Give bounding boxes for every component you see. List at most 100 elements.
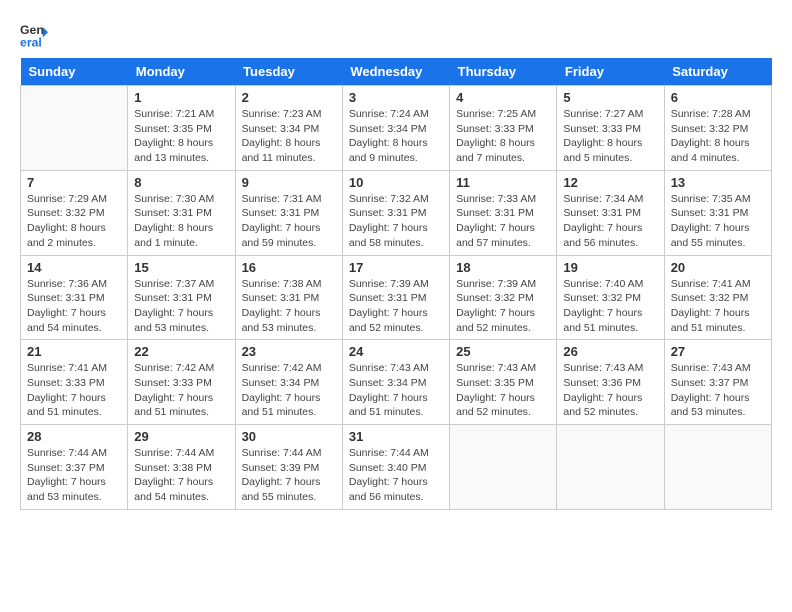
day-number: 29 [134,429,228,444]
calendar-cell: 25Sunrise: 7:43 AMSunset: 3:35 PMDayligh… [450,340,557,425]
calendar-cell: 21 Sunrise: 7:41 AMSunset: 3:33 PMDayligh… [21,340,128,425]
day-number: 11 [456,175,550,190]
day-number: 9 [242,175,336,190]
day-number: 3 [349,90,443,105]
weekday-header-row: SundayMondayTuesdayWednesdayThursdayFrid… [21,58,772,86]
day-number: 21 [27,344,121,359]
day-info: Sunrise: 7:24 AMSunset: 3:34 PMDaylight:… [349,107,443,166]
weekday-header: Thursday [450,58,557,86]
calendar-cell: 13Sunrise: 7:35 AMSunset: 3:31 PMDayligh… [664,170,771,255]
calendar-cell: 4 Sunrise: 7:25 AMSunset: 3:33 PMDaylight… [450,86,557,171]
day-info: Sunrise: 7:37 AMSunset: 3:31 PMDaylight:… [134,277,228,336]
calendar-cell: 29 Sunrise: 7:44 AMSunset: 3:38 PMDayligh… [128,425,235,510]
calendar-cell: 1 Sunrise: 7:21 AMSunset: 3:35 PMDaylight… [128,86,235,171]
calendar-cell: 24 Sunrise: 7:43 AMSunset: 3:34 PMDayligh… [342,340,449,425]
day-number: 12 [563,175,657,190]
day-info: Sunrise: 7:23 AMSunset: 3:34 PMDaylight:… [242,107,336,166]
day-number: 31 [349,429,443,444]
day-info: Sunrise: 7:21 AMSunset: 3:35 PMDaylight:… [134,107,228,166]
day-info: Sunrise: 7:41 AMSunset: 3:33 PMDaylight:… [27,361,121,420]
calendar-cell: 9 Sunrise: 7:31 AMSunset: 3:31 PMDaylight… [235,170,342,255]
day-number: 2 [242,90,336,105]
svg-text:eral: eral [20,35,42,48]
day-info: Sunrise: 7:39 AMSunset: 3:32 PMDaylight:… [456,277,550,336]
calendar-cell: 28 Sunrise: 7:44 AMSunset: 3:37 PMDayligh… [21,425,128,510]
calendar-cell: 14 Sunrise: 7:36 AMSunset: 3:31 PMDayligh… [21,255,128,340]
day-number: 27 [671,344,765,359]
page-header: Gen eral [20,20,772,48]
day-number: 28 [27,429,121,444]
day-info: Sunrise: 7:31 AMSunset: 3:31 PMDaylight:… [242,192,336,251]
day-number: 7 [27,175,121,190]
day-info: Sunrise: 7:39 AMSunset: 3:31 PMDaylight:… [349,277,443,336]
day-info: Sunrise: 7:43 AMSunset: 3:36 PMDaylight:… [563,361,657,420]
day-info: Sunrise: 7:38 AMSunset: 3:31 PMDaylight:… [242,277,336,336]
calendar-cell: 7 Sunrise: 7:29 AMSunset: 3:32 PMDaylight… [21,170,128,255]
day-number: 15 [134,260,228,275]
day-info: Sunrise: 7:32 AMSunset: 3:31 PMDaylight:… [349,192,443,251]
day-info: Sunrise: 7:27 AMSunset: 3:33 PMDaylight:… [563,107,657,166]
day-number: 17 [349,260,443,275]
day-info: Sunrise: 7:30 AMSunset: 3:31 PMDaylight:… [134,192,228,251]
calendar-cell [664,425,771,510]
calendar-cell [557,425,664,510]
day-info: Sunrise: 7:29 AMSunset: 3:32 PMDaylight:… [27,192,121,251]
weekday-header: Friday [557,58,664,86]
calendar-week-row: 28 Sunrise: 7:44 AMSunset: 3:37 PMDayligh… [21,425,772,510]
calendar-cell: 2 Sunrise: 7:23 AMSunset: 3:34 PMDaylight… [235,86,342,171]
day-number: 8 [134,175,228,190]
day-info: Sunrise: 7:43 AMSunset: 3:34 PMDaylight:… [349,361,443,420]
calendar-week-row: 1 Sunrise: 7:21 AMSunset: 3:35 PMDaylight… [21,86,772,171]
day-info: Sunrise: 7:42 AMSunset: 3:33 PMDaylight:… [134,361,228,420]
logo: Gen eral [20,20,52,48]
calendar-cell: 11 Sunrise: 7:33 AMSunset: 3:31 PMDayligh… [450,170,557,255]
day-number: 4 [456,90,550,105]
day-number: 19 [563,260,657,275]
calendar-cell: 16 Sunrise: 7:38 AMSunset: 3:31 PMDayligh… [235,255,342,340]
day-number: 14 [27,260,121,275]
day-info: Sunrise: 7:28 AMSunset: 3:32 PMDaylight:… [671,107,765,166]
calendar-week-row: 14 Sunrise: 7:36 AMSunset: 3:31 PMDayligh… [21,255,772,340]
weekday-header: Tuesday [235,58,342,86]
weekday-header: Wednesday [342,58,449,86]
day-info: Sunrise: 7:44 AMSunset: 3:38 PMDaylight:… [134,446,228,505]
day-number: 26 [563,344,657,359]
day-info: Sunrise: 7:44 AMSunset: 3:39 PMDaylight:… [242,446,336,505]
day-number: 23 [242,344,336,359]
day-info: Sunrise: 7:33 AMSunset: 3:31 PMDaylight:… [456,192,550,251]
calendar-cell: 3 Sunrise: 7:24 AMSunset: 3:34 PMDaylight… [342,86,449,171]
day-info: Sunrise: 7:44 AMSunset: 3:40 PMDaylight:… [349,446,443,505]
calendar-cell: 5Sunrise: 7:27 AMSunset: 3:33 PMDaylight… [557,86,664,171]
day-number: 6 [671,90,765,105]
day-info: Sunrise: 7:43 AMSunset: 3:37 PMDaylight:… [671,361,765,420]
day-info: Sunrise: 7:34 AMSunset: 3:31 PMDaylight:… [563,192,657,251]
day-number: 24 [349,344,443,359]
day-number: 20 [671,260,765,275]
calendar-cell [21,86,128,171]
calendar-cell: 8 Sunrise: 7:30 AMSunset: 3:31 PMDaylight… [128,170,235,255]
day-number: 1 [134,90,228,105]
calendar-cell: 22Sunrise: 7:42 AMSunset: 3:33 PMDayligh… [128,340,235,425]
weekday-header: Monday [128,58,235,86]
day-info: Sunrise: 7:36 AMSunset: 3:31 PMDaylight:… [27,277,121,336]
day-number: 18 [456,260,550,275]
day-info: Sunrise: 7:25 AMSunset: 3:33 PMDaylight:… [456,107,550,166]
calendar-cell: 20Sunrise: 7:41 AMSunset: 3:32 PMDayligh… [664,255,771,340]
logo-icon: Gen eral [20,20,48,48]
calendar-cell: 6 Sunrise: 7:28 AMSunset: 3:32 PMDaylight… [664,86,771,171]
day-number: 16 [242,260,336,275]
calendar-table: SundayMondayTuesdayWednesdayThursdayFrid… [20,58,772,510]
day-info: Sunrise: 7:44 AMSunset: 3:37 PMDaylight:… [27,446,121,505]
day-number: 30 [242,429,336,444]
calendar-cell: 23Sunrise: 7:42 AMSunset: 3:34 PMDayligh… [235,340,342,425]
calendar-cell: 15 Sunrise: 7:37 AMSunset: 3:31 PMDayligh… [128,255,235,340]
calendar-cell: 12 Sunrise: 7:34 AMSunset: 3:31 PMDayligh… [557,170,664,255]
calendar-cell: 17 Sunrise: 7:39 AMSunset: 3:31 PMDayligh… [342,255,449,340]
calendar-week-row: 7 Sunrise: 7:29 AMSunset: 3:32 PMDaylight… [21,170,772,255]
calendar-week-row: 21 Sunrise: 7:41 AMSunset: 3:33 PMDayligh… [21,340,772,425]
day-number: 25 [456,344,550,359]
calendar-cell: 18 Sunrise: 7:39 AMSunset: 3:32 PMDayligh… [450,255,557,340]
calendar-cell [450,425,557,510]
calendar-cell: 10Sunrise: 7:32 AMSunset: 3:31 PMDayligh… [342,170,449,255]
calendar-cell: 26 Sunrise: 7:43 AMSunset: 3:36 PMDayligh… [557,340,664,425]
